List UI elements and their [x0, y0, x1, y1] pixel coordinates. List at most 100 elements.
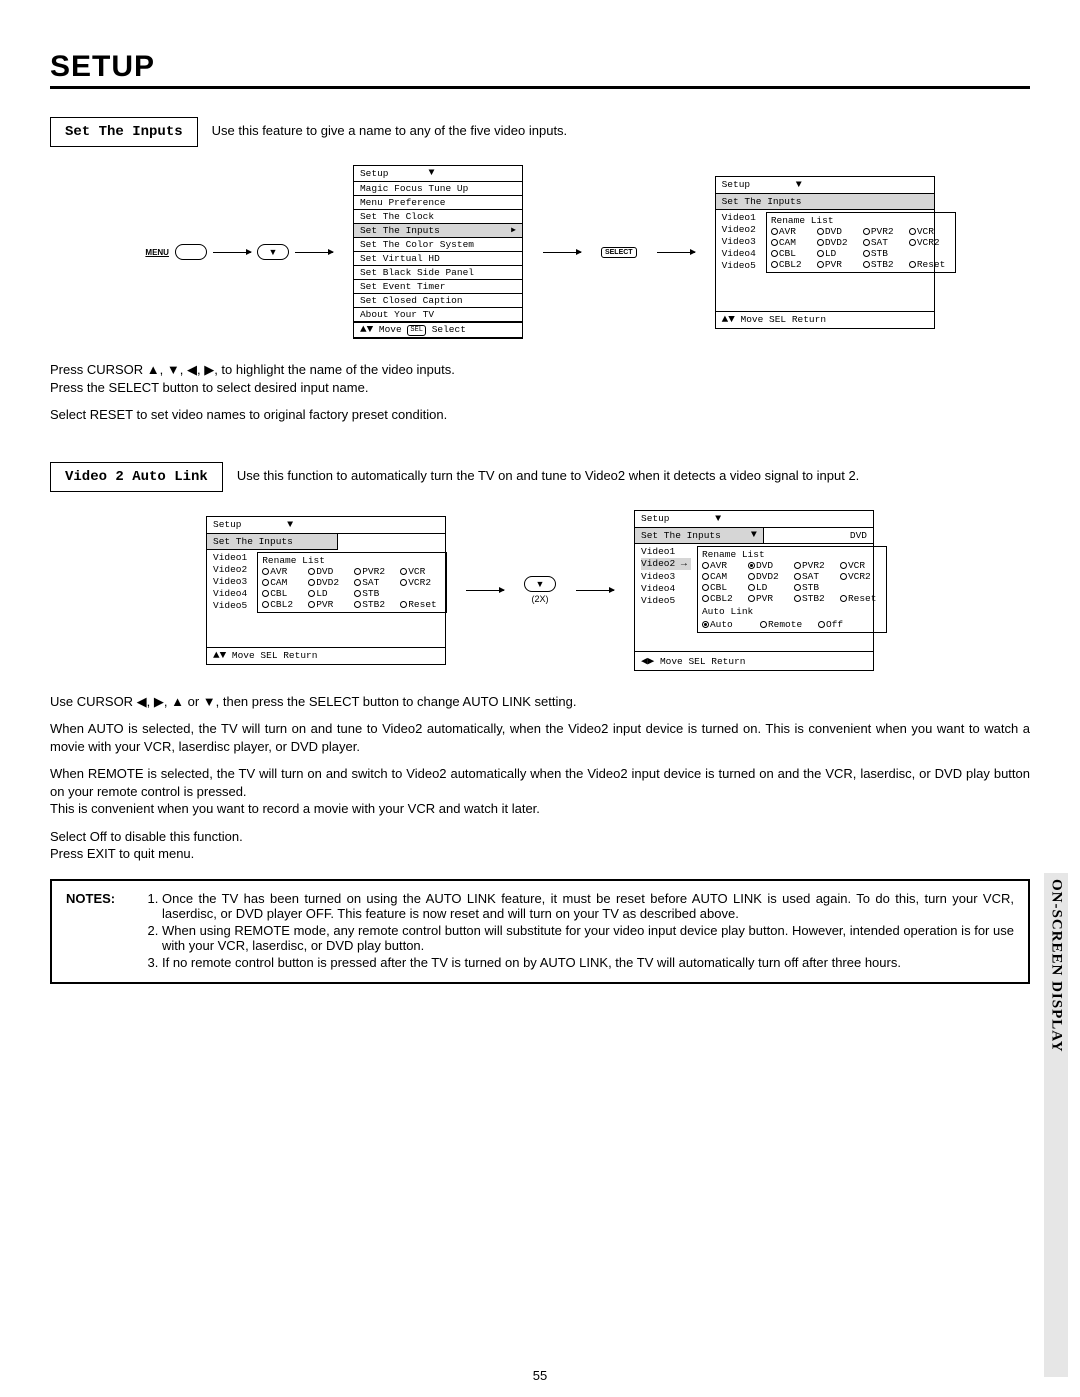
radio-option: [400, 588, 442, 599]
instruction-text: Press CURSOR ▲, ▼, ◀, ▶, to highlight th…: [50, 362, 455, 377]
radio-option: PVR: [817, 259, 859, 270]
menu-item: About Your TV: [354, 308, 522, 322]
menu-label: MENU: [145, 248, 169, 257]
leftright-icon: ◀▶: [641, 656, 654, 668]
video-label: Video4: [722, 248, 760, 259]
menu-item: Set Event Timer: [354, 280, 522, 294]
section-tab: ON-SCREEN DISPLAY: [1044, 873, 1068, 1377]
osd-title: Setup: [641, 513, 670, 524]
menu-item: Set The Clock: [354, 210, 522, 224]
instruction-text: Press EXIT to quit menu.: [50, 845, 1030, 863]
radio-option: DVD: [308, 566, 350, 577]
radio-option: DVD2: [308, 577, 350, 588]
radio-option: STB2: [794, 593, 836, 604]
instruction-text: Use CURSOR ◀, ▶, ▲ or ▼, then press the …: [50, 693, 1030, 711]
radio-option: CBL: [262, 588, 304, 599]
foot-move: Move: [232, 650, 255, 661]
arrow-icon: [543, 252, 581, 253]
radio-option: SAT: [354, 577, 396, 588]
notes-box: NOTES: Once the TV has been turned on us…: [50, 879, 1030, 984]
video-label: Video5: [213, 600, 251, 611]
cursor-down-button-icon: ▼: [257, 244, 289, 260]
video-label: Video3: [641, 571, 691, 582]
foot-return: Return: [283, 650, 317, 661]
radio-option: STB: [794, 582, 836, 593]
radio-option: VCR: [400, 566, 442, 577]
cursor-right-icon: →: [681, 559, 687, 570]
section-box-set-inputs: Set The Inputs: [50, 117, 198, 147]
video-label: Video3: [213, 576, 251, 587]
menu-item: Menu Preference: [354, 196, 522, 210]
diagram-row-1: MENU ▼ Setup ▼ Magic Focus Tune UpMenu Pr…: [50, 165, 1030, 339]
arrow-icon: [295, 252, 333, 253]
note-item: When using REMOTE mode, any remote contr…: [162, 923, 1014, 953]
radio-option: SAT: [863, 237, 905, 248]
video-label: Video5: [722, 260, 760, 271]
radio-option: CBL2: [262, 599, 304, 610]
osd-subtitle: Set The Inputs: [207, 534, 338, 550]
video-label: Video2: [641, 558, 675, 569]
section-desc: Use this feature to give a name to any o…: [212, 117, 568, 138]
radio-option: SAT: [794, 571, 836, 582]
radio-option: PVR2: [794, 560, 836, 571]
diagram-row-2: Setup ▼ Set The Inputs Video1 Video2 Vid…: [50, 510, 1030, 671]
section-box-auto-link: Video 2 Auto Link: [50, 462, 223, 492]
select-key-icon: SEL: [260, 650, 277, 661]
osd-set-inputs: Setup ▼ Set The Inputs Video1 Video2 Vid…: [715, 176, 935, 329]
select-key-icon: SEL: [407, 325, 426, 336]
osd-subtitle: Set The Inputs: [641, 530, 721, 541]
arrow-icon: [576, 590, 614, 591]
select-key-icon: SEL: [769, 314, 786, 325]
foot-move: Move: [379, 324, 402, 335]
radio-option: STB2: [863, 259, 905, 270]
section-desc: Use this function to automatically turn …: [237, 462, 859, 483]
rename-list-label: Rename List: [771, 215, 951, 226]
cursor-down-icon: ▼: [287, 520, 293, 531]
radio-option: LD: [308, 588, 350, 599]
page-title: SETUP: [50, 50, 1030, 89]
radio-option: LD: [748, 582, 790, 593]
instruction-text: Select RESET to set video names to origi…: [50, 406, 1030, 424]
instruction-text: Press the SELECT button to select desire…: [50, 380, 368, 395]
osd-set-inputs-right: Setup ▼ Set The Inputs▼ DVD Video1 Video…: [634, 510, 874, 671]
foot-return: Return: [711, 656, 745, 667]
menu-button-icon: [175, 244, 207, 260]
radio-option: VCR2: [909, 237, 951, 248]
radio-option: AVR: [262, 566, 304, 577]
instruction-text: This is convenient when you want to reco…: [50, 800, 1030, 818]
radio-option: AVR: [702, 560, 744, 571]
updown-icon: ▲▼: [213, 650, 226, 662]
instruction-text: Select Off to disable this function.: [50, 828, 1030, 846]
autolink-label: Auto Link: [702, 604, 882, 617]
foot-move: Move: [660, 656, 683, 667]
radio-option: Off: [818, 619, 872, 630]
video-label: Video4: [213, 588, 251, 599]
menu-item: Magic Focus Tune Up: [354, 182, 522, 196]
note-item: Once the TV has been turned on using the…: [162, 891, 1014, 921]
radio-option: VCR: [840, 560, 882, 571]
radio-option: DVD2: [817, 237, 859, 248]
radio-option: STB2: [354, 599, 396, 610]
osd-title: Setup: [722, 179, 751, 190]
cursor-down-button-icon: ▼: [524, 576, 556, 592]
menu-item: Set Closed Caption: [354, 294, 522, 308]
video-label: Video5: [641, 595, 691, 606]
radio-option: CBL: [702, 582, 744, 593]
osd-title: Setup: [360, 168, 389, 179]
video-label: Video2: [213, 564, 251, 575]
radio-option: DVD: [817, 226, 859, 237]
radio-option: STB: [354, 588, 396, 599]
osd-set-inputs-left: Setup ▼ Set The Inputs Video1 Video2 Vid…: [206, 516, 446, 665]
radio-option: Auto: [702, 619, 756, 630]
foot-return: Return: [792, 314, 826, 325]
radio-option: Reset: [400, 599, 442, 610]
arrow-icon: [213, 252, 251, 253]
cursor-down-icon: ▼: [715, 514, 721, 525]
cursor-down-icon: ▼: [428, 168, 434, 179]
arrow-icon: [657, 252, 695, 253]
video-label: Video2: [722, 224, 760, 235]
radio-option: CAM: [771, 237, 813, 248]
selected-value: DVD: [764, 528, 873, 544]
radio-option: PVR2: [863, 226, 905, 237]
foot-move: Move: [741, 314, 764, 325]
